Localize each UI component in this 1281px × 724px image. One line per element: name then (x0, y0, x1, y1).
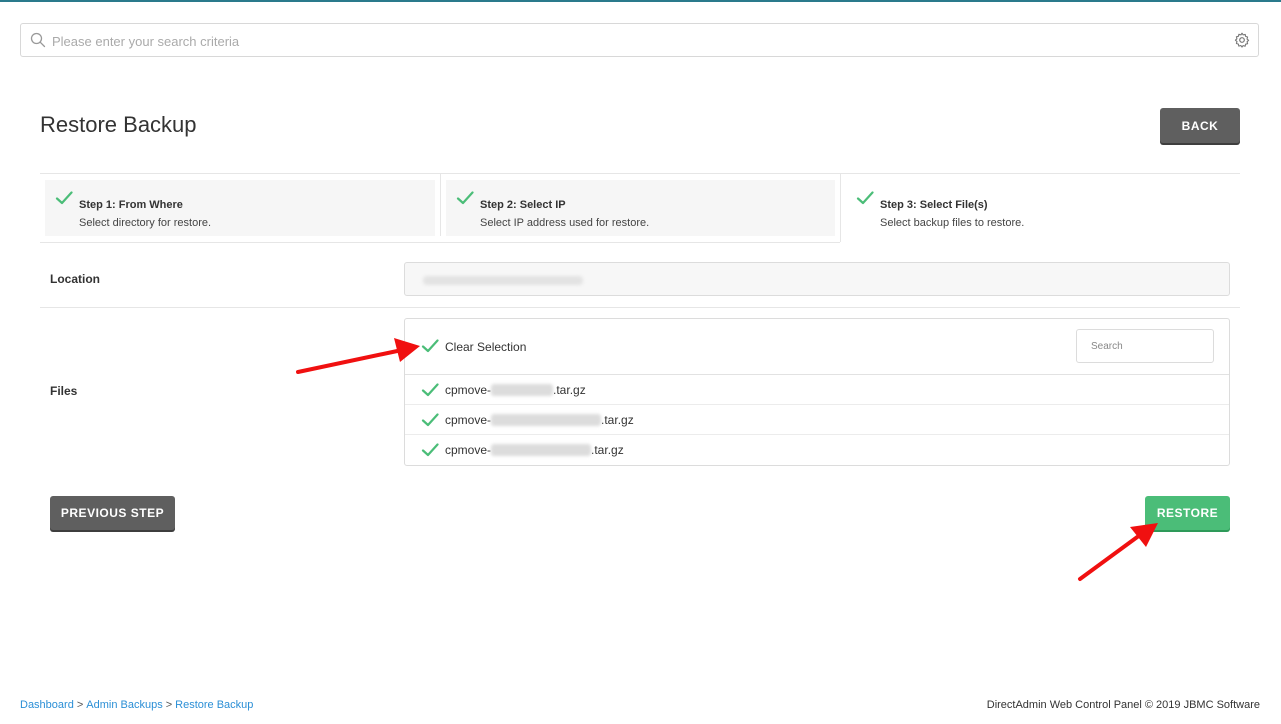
file-row[interactable]: cpmove- .tar.gz (405, 375, 1229, 405)
file-name: cpmove- .tar.gz (445, 383, 586, 397)
files-search-input[interactable] (1076, 329, 1214, 363)
redacted-text (491, 444, 592, 456)
breadcrumb-restore-backup[interactable]: Restore Backup (175, 699, 253, 711)
clear-selection-button[interactable]: Clear Selection (445, 340, 526, 354)
search-icon (30, 32, 46, 48)
file-row[interactable]: cpmove- .tar.gz (405, 435, 1229, 465)
breadcrumb: Dashboard > Admin Backups > Restore Backup (20, 699, 253, 711)
step-from-where[interactable]: Step 1: From Where Select directory for … (45, 180, 435, 236)
check-icon[interactable] (421, 442, 439, 458)
red-arrow-icon (1078, 523, 1158, 581)
global-search-bar[interactable] (20, 23, 1259, 57)
location-field (404, 262, 1230, 296)
step-select-ip[interactable]: Step 2: Select IP Select IP address used… (446, 180, 835, 236)
file-name-prefix: cpmove- (445, 413, 492, 427)
row-divider (40, 307, 1240, 308)
breadcrumb-separator: > (165, 699, 173, 711)
files-list-header: Clear Selection (405, 319, 1229, 375)
file-name-suffix: .tar.gz (591, 443, 624, 457)
step-description: Select backup files to restore. (880, 217, 1025, 229)
breadcrumb-admin-backups[interactable]: Admin Backups (86, 699, 162, 711)
file-name-prefix: cpmove- (445, 443, 492, 457)
files-list: Clear Selection cpmove- .tar.gz cpmove- .t… (404, 318, 1230, 466)
wizard-steps: Step 1: From Where Select directory for … (40, 173, 1240, 243)
check-icon (856, 191, 874, 205)
files-label: Files (50, 384, 78, 398)
redacted-text (491, 414, 602, 426)
red-arrow-icon (296, 338, 420, 374)
page-title: Restore Backup (40, 112, 197, 137)
gear-icon[interactable] (1234, 32, 1250, 48)
check-icon (456, 191, 474, 205)
location-label: Location (50, 272, 100, 286)
search-input[interactable] (52, 32, 1232, 50)
check-icon (55, 191, 73, 205)
step-title: Step 2: Select IP (480, 199, 566, 211)
step-description: Select IP address used for restore. (480, 217, 650, 229)
step-divider (840, 174, 841, 242)
previous-step-button[interactable]: PREVIOUS STEP (50, 496, 175, 530)
footer-copyright: DirectAdmin Web Control Panel © 2019 JBM… (986, 699, 1260, 711)
step-divider (440, 174, 441, 236)
file-name-suffix: .tar.gz (553, 383, 586, 397)
breadcrumb-separator: > (76, 699, 84, 711)
file-name-suffix: .tar.gz (601, 413, 634, 427)
redacted-location-value (423, 276, 583, 285)
step-select-files[interactable]: Step 3: Select File(s) Select backup fil… (846, 180, 1240, 236)
file-name-prefix: cpmove- (445, 383, 492, 397)
step-description: Select directory for restore. (79, 217, 212, 229)
file-row[interactable]: cpmove- .tar.gz (405, 405, 1229, 435)
redacted-text (491, 384, 554, 396)
step-title: Step 3: Select File(s) (880, 199, 988, 211)
steps-divider (40, 242, 840, 243)
breadcrumb-dashboard[interactable]: Dashboard (20, 699, 74, 711)
file-name: cpmove- .tar.gz (445, 413, 634, 427)
step-title: Step 1: From Where (79, 199, 183, 211)
check-icon[interactable] (421, 382, 439, 398)
check-icon[interactable] (421, 412, 439, 428)
back-button[interactable]: BACK (1160, 108, 1240, 143)
file-name: cpmove- .tar.gz (445, 443, 624, 457)
